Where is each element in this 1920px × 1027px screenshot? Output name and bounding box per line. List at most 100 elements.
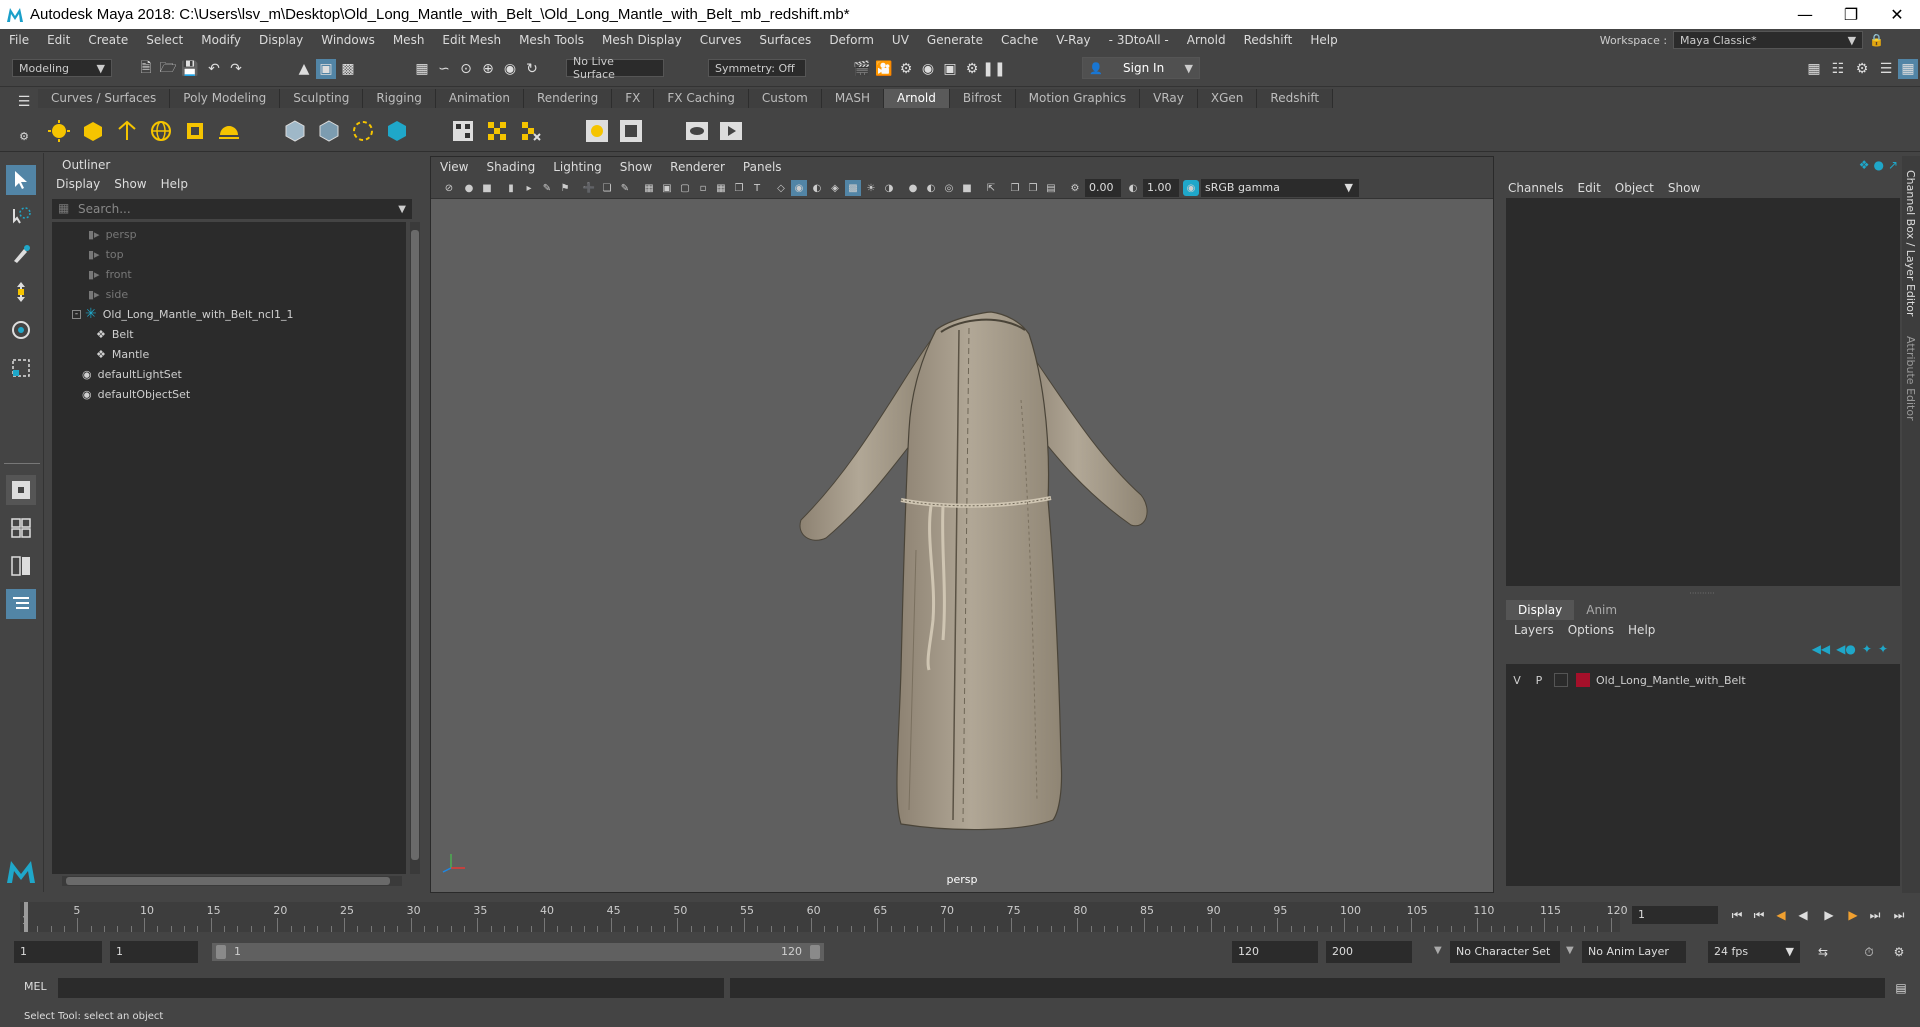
menu-uv[interactable]: UV (883, 33, 918, 47)
scrollbar-thumb[interactable] (411, 230, 419, 860)
outliner-item-front[interactable]: ▮▸ front (88, 264, 132, 284)
live-surface-field[interactable]: No Live Surface (566, 55, 664, 81)
volume-icon[interactable] (382, 116, 412, 146)
viewport-menu-panels[interactable]: Panels (734, 157, 791, 177)
rotate-tool-icon[interactable] (6, 315, 36, 345)
outliner-item-persp[interactable]: ▮▸ persp (88, 224, 137, 244)
gamma-field[interactable]: 1.00 (1143, 179, 1179, 197)
new-layer-icon[interactable]: ✦ (1862, 642, 1872, 656)
outliner-item-belt[interactable]: ❖ Belt (96, 324, 134, 344)
exposure-icon[interactable]: ⚙ (1067, 180, 1083, 196)
layer-name[interactable]: Old_Long_Mantle_with_Belt (1596, 674, 1746, 687)
xray-components-icon[interactable]: ▤ (1043, 180, 1059, 196)
viewport-menu-renderer[interactable]: Renderer (661, 157, 734, 177)
scale-tool-icon[interactable] (6, 353, 36, 383)
panel-splitter[interactable]: ·········· (1502, 588, 1902, 598)
undo-icon[interactable]: ↶ (204, 59, 224, 79)
lasso-tool-icon[interactable] (6, 201, 36, 231)
layer-display-type[interactable] (1554, 673, 1568, 687)
render-view-icon[interactable]: ▣ (940, 59, 960, 79)
minimize-icon[interactable]: — (1782, 0, 1828, 29)
character-set-field[interactable]: No Character Set (1450, 941, 1560, 963)
menu-edit[interactable]: Edit (38, 33, 79, 47)
animation-preferences-icon[interactable]: ⚙ (1890, 943, 1908, 961)
menu-surfaces[interactable]: Surfaces (750, 33, 820, 47)
range-end-handle[interactable] (810, 945, 820, 959)
menu-arnold[interactable]: Arnold (1178, 33, 1235, 47)
gamma-icon[interactable]: ◐ (1125, 180, 1141, 196)
layer-visibility-toggle[interactable]: V (1506, 674, 1528, 687)
play-render-icon[interactable] (716, 116, 746, 146)
skydome-light-icon[interactable] (146, 116, 176, 146)
layer-playback-toggle[interactable]: P (1528, 674, 1550, 687)
script-editor-icon[interactable]: ▤ (1892, 979, 1910, 997)
bookmark-icon[interactable]: ■ (479, 180, 495, 196)
range-start-handle[interactable] (216, 945, 226, 959)
play-backwards-icon[interactable]: ◀ (1794, 906, 1812, 924)
shelf-tab-fx-caching[interactable]: FX Caching (654, 89, 749, 108)
menu-deform[interactable]: Deform (820, 33, 883, 47)
color-management-icon[interactable]: ◉ (1183, 180, 1199, 196)
viewport-menu-show[interactable]: Show (611, 157, 661, 177)
menu-edit-mesh[interactable]: Edit Mesh (433, 33, 510, 47)
shelf-tab-rendering[interactable]: Rendering (524, 89, 613, 108)
outliner-item-defaultlightset[interactable]: ◉ defaultLightSet (82, 364, 182, 384)
layer-color-swatch[interactable] (1576, 673, 1590, 687)
grid-icon[interactable]: ➕ (581, 180, 597, 196)
shelf-tab-redshift[interactable]: Redshift (1257, 89, 1334, 108)
close-icon[interactable]: ✕ (1874, 0, 1920, 29)
shader-ball-icon[interactable] (582, 116, 612, 146)
outliner-item-group[interactable]: - ✳ Old_Long_Mantle_with_Belt_ncl1_1 (72, 304, 293, 324)
menu-redshift[interactable]: Redshift (1235, 33, 1302, 47)
select-tool-icon[interactable] (6, 165, 36, 195)
textured-icon[interactable]: ▩ (845, 180, 861, 196)
film-gate-toggle-icon[interactable]: ▣ (659, 180, 675, 196)
layer-row[interactable]: V P Old_Long_Mantle_with_Belt (1506, 670, 1900, 690)
outliner-menu-help[interactable]: Help (161, 174, 188, 194)
depth-of-field-icon[interactable]: ■ (959, 180, 975, 196)
area-light-icon[interactable] (44, 116, 74, 146)
viewport-menu-shading[interactable]: Shading (477, 157, 544, 177)
txmanager-icon[interactable] (482, 116, 512, 146)
outliner-item-top[interactable]: ▮▸ top (88, 244, 124, 264)
layer-menu-layers[interactable]: Layers (1514, 620, 1554, 640)
layout-toggle-icon[interactable]: ▦ (1898, 59, 1918, 79)
menu-display[interactable]: Display (250, 33, 312, 47)
attribute-editor-icon[interactable]: ☷ (1828, 59, 1848, 79)
render-settings-icon[interactable]: ⚙ (896, 59, 916, 79)
command-input[interactable] (58, 978, 724, 998)
viewport-canvas[interactable] (431, 200, 1493, 892)
loop-icon[interactable]: ⇆ (1814, 943, 1832, 961)
outliner-item-side[interactable]: ▮▸ side (88, 284, 128, 304)
isolate-select-icon[interactable]: ⇱ (983, 180, 999, 196)
snap-view-icon[interactable]: ⊕ (478, 59, 498, 79)
channel-box-icon[interactable]: ☰ (1876, 59, 1896, 79)
xray-icon[interactable]: ❐ (1007, 180, 1023, 196)
viewport-menu-lighting[interactable]: Lighting (544, 157, 611, 177)
safe-title-icon[interactable]: T (749, 180, 765, 196)
mesh-light-icon[interactable] (78, 116, 108, 146)
channels-menu-show[interactable]: Show (1668, 178, 1700, 198)
menu-set-dropdown[interactable]: Modeling ▼ (12, 59, 112, 77)
new-layer-from-selection-icon[interactable]: ✦ (1878, 642, 1888, 656)
step-back-key-icon[interactable]: ⏮ (1750, 906, 1768, 924)
outliner-layout-icon[interactable] (6, 589, 36, 619)
tab-attribute-editor[interactable]: Attribute Editor (1904, 336, 1917, 421)
menu-create[interactable]: Create (79, 33, 137, 47)
pause-icon[interactable]: ❚❚ (982, 59, 1005, 79)
viewport-menu-view[interactable]: View (431, 157, 477, 177)
tab-anim[interactable]: Anim (1574, 600, 1629, 620)
step-forward-frame-icon[interactable]: ▶ (1844, 906, 1862, 924)
two-d-pan-icon[interactable]: ▸ (521, 180, 537, 196)
menu-vray[interactable]: V-Ray (1047, 33, 1099, 47)
shadows-icon[interactable]: ◑ (881, 180, 897, 196)
menu-cache[interactable]: Cache (992, 33, 1047, 47)
render-frame-icon[interactable]: 🎬 (852, 59, 872, 79)
shelf-tab-curves-surfaces[interactable]: Curves / Surfaces (38, 89, 171, 108)
two-view-layout-icon[interactable] (6, 551, 36, 581)
range-slider-fill[interactable] (212, 943, 824, 961)
chevron-down-icon[interactable]: ▼ (398, 204, 406, 215)
film-gate-icon[interactable]: ❏ (599, 180, 615, 196)
shelf-tab-motion-graphics[interactable]: Motion Graphics (1015, 89, 1141, 108)
image-plane-icon[interactable]: ▮ (503, 180, 519, 196)
